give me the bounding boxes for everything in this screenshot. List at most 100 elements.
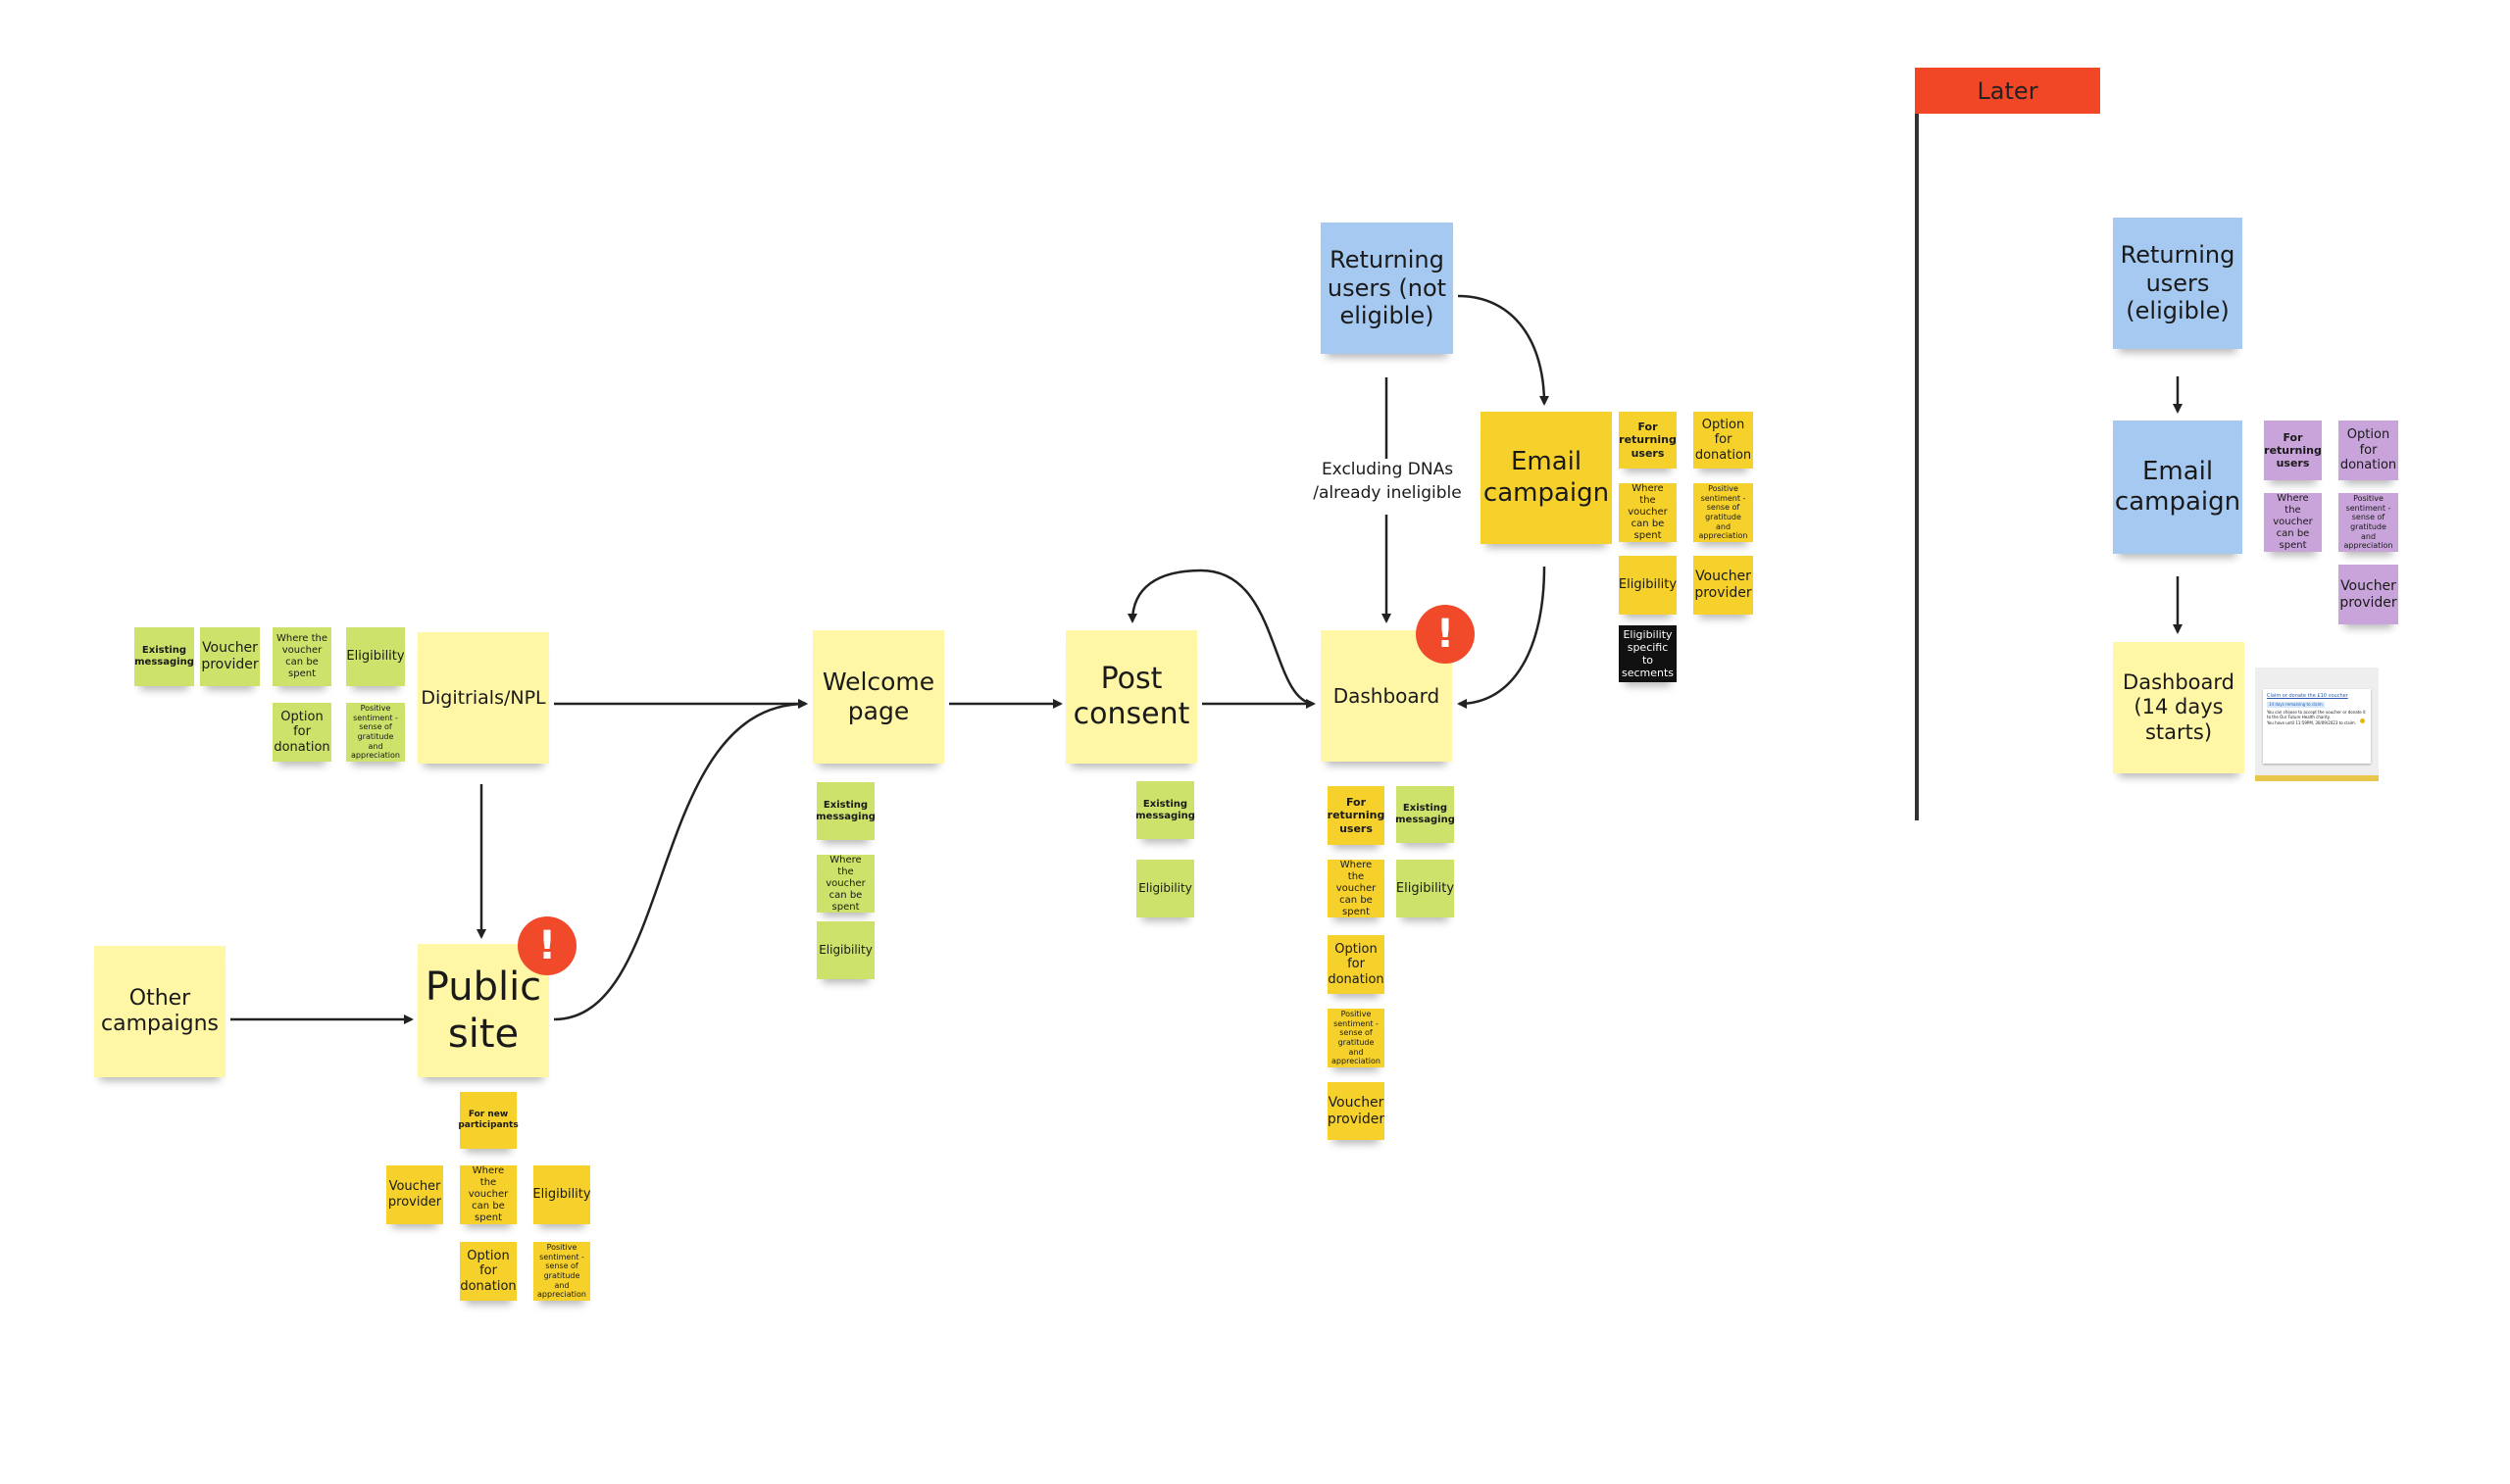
sticky-note-text: For returning users — [1619, 420, 1677, 460]
sticky-note-text: Option for donation — [2339, 427, 2397, 473]
sticky-note-wp-where[interactable]: Where the voucher can be spent — [817, 855, 875, 913]
sticky-note-ps-option[interactable]: Option for donation — [460, 1242, 517, 1301]
sticky-note-text: Existing messaging — [816, 799, 876, 822]
card-footer: You have until 11:59PM, 30/09/2023 to cl… — [2267, 719, 2356, 725]
sticky-note-text: Positive sentiment - sense of gratitude … — [351, 704, 400, 761]
sticky-note-wp-eligibility[interactable]: Eligibility — [817, 921, 875, 979]
sticky-note-text: Email campaign — [1482, 447, 1610, 508]
sticky-note-later-email[interactable]: Email campaign — [2113, 420, 2242, 554]
sticky-note-dg-where[interactable]: Where the voucher can be spent — [273, 627, 331, 686]
sticky-note-text: Where the voucher can be spent — [2273, 493, 2313, 551]
sticky-note-text: Voucher provider — [2339, 577, 2397, 611]
sticky-note-pc-eligibility[interactable]: Eligibility — [1136, 860, 1194, 917]
sun-icon — [2360, 718, 2365, 723]
sticky-note-ps-positive[interactable]: Positive sentiment - sense of gratitude … — [533, 1242, 590, 1301]
sticky-note-dg-positive[interactable]: Positive sentiment - sense of gratitude … — [346, 703, 405, 762]
sticky-note-text: Voucher provider — [1694, 569, 1752, 601]
sticky-note-text: Post consent — [1073, 662, 1190, 731]
sticky-note-ps-new[interactable]: For new participants — [458, 1092, 519, 1149]
card-title: Claim or donate the £10 voucher — [2267, 693, 2348, 699]
sticky-note-db-where[interactable]: Where the voucher can be spent — [1328, 860, 1384, 917]
sticky-note-le-where[interactable]: Where the voucher can be spent — [2264, 493, 2322, 552]
sticky-note-ec-segments[interactable]: Eligibility specific to secments — [1619, 625, 1677, 682]
sticky-note-le-for-returning[interactable]: For returning users — [2264, 420, 2322, 480]
sticky-note-text: Where the voucher can be spent — [1335, 859, 1377, 917]
sticky-note-text: Where the voucher can be spent — [826, 854, 866, 913]
sticky-note-text: Existing messaging — [1135, 798, 1195, 821]
card-badge: 14 days remaining to claim — [2267, 702, 2325, 708]
sticky-note-text: Public site — [425, 965, 542, 1057]
sticky-note-welcome[interactable]: Welcome page — [813, 630, 944, 764]
sticky-note-text: Option for donation — [274, 709, 330, 755]
exclamation-icon: ! — [518, 916, 577, 975]
sticky-note-text: Dashboard (14 days starts) — [2123, 670, 2234, 744]
sticky-note-text: Returning users (not eligible) — [1327, 245, 1447, 330]
sticky-note-db-positive[interactable]: Positive sentiment - sense of gratitude … — [1328, 1009, 1384, 1067]
sticky-note-db-for-returning[interactable]: For returning users — [1328, 786, 1384, 845]
sticky-note-text: Option for donation — [1328, 941, 1384, 987]
sticky-note-text: Voucher provider — [1327, 1094, 1385, 1127]
sticky-note-ec-voucher[interactable]: Voucher provider — [1693, 556, 1753, 615]
sticky-note-ps-eligibility[interactable]: Eligibility — [532, 1165, 591, 1224]
sticky-note-ec-positive[interactable]: Positive sentiment - sense of gratitude … — [1693, 483, 1753, 542]
sticky-note-text: Eligibility — [1395, 880, 1455, 896]
sticky-note-text: For returning users — [2264, 430, 2322, 470]
sticky-note-dg-existing[interactable]: Existing messaging — [134, 627, 194, 686]
sticky-note-text: Dashboard — [1332, 684, 1440, 708]
sticky-note-text: Option for donation — [1694, 417, 1752, 463]
sticky-note-dg-eligibility[interactable]: Eligibility — [346, 627, 405, 686]
sticky-note-le-option[interactable]: Option for donation — [2338, 420, 2398, 480]
sticky-note-wp-existing[interactable]: Existing messaging — [816, 782, 876, 840]
sticky-note-text: Where the voucher can be spent — [276, 633, 328, 679]
later-divider — [1915, 68, 1919, 820]
sticky-note-dg-option[interactable]: Option for donation — [273, 703, 331, 762]
sticky-note-text: Welcome page — [822, 668, 935, 725]
exclamation-icon: ! — [1416, 605, 1475, 664]
sticky-note-post-consent[interactable]: Post consent — [1066, 630, 1197, 764]
sticky-note-text: Option for donation — [460, 1248, 517, 1294]
sticky-note-returning-eligible[interactable]: Returning users (eligible) — [2113, 218, 2242, 349]
sticky-note-text: Positive sentiment - sense of gratitude … — [537, 1243, 586, 1300]
sticky-note-returning-not-eligible[interactable]: Returning users (not eligible) — [1321, 223, 1453, 354]
sticky-note-text: Existing messaging — [134, 645, 194, 668]
later-flag: Later — [1915, 68, 2100, 114]
sticky-note-ec-where[interactable]: Where the voucher can be spent — [1619, 483, 1677, 542]
sticky-note-ec-option[interactable]: Option for donation — [1693, 412, 1753, 469]
sticky-note-email-campaign[interactable]: Email campaign — [1481, 412, 1612, 544]
sticky-note-ec-for-returning[interactable]: For returning users — [1619, 412, 1677, 469]
sticky-note-pc-existing[interactable]: Existing messaging — [1135, 781, 1195, 839]
sticky-note-text: Eligibility specific to secments — [1621, 627, 1675, 680]
sticky-note-text: For new participants — [458, 1110, 519, 1130]
sticky-note-le-positive[interactable]: Positive sentiment - sense of gratitude … — [2338, 493, 2398, 552]
sticky-note-ps-voucher[interactable]: Voucher provider — [386, 1165, 443, 1224]
sticky-note-text: Existing messaging — [1395, 803, 1455, 825]
sticky-note-digitrials[interactable]: Digitrials/NPL — [418, 632, 549, 764]
sticky-note-le-voucher[interactable]: Voucher provider — [2338, 565, 2398, 624]
sticky-note-text: Positive sentiment - sense of gratitude … — [2343, 494, 2393, 551]
sticky-note-ec-eligibility[interactable]: Eligibility — [1619, 556, 1677, 615]
arrow-returning-to-email — [1457, 294, 1549, 406]
sticky-note-text: Eligibility — [1138, 881, 1192, 896]
card-body: You can choose to accept the voucher or … — [2267, 709, 2366, 720]
sticky-note-dg-voucher[interactable]: Voucher provider — [200, 627, 260, 686]
sticky-note-text: Where the voucher can be spent — [1628, 483, 1668, 541]
dashboard-screenshot-card: Claim or donate the £10 voucher 14 days … — [2255, 668, 2379, 781]
sticky-note-ps-where[interactable]: Where the voucher can be spent — [460, 1165, 517, 1224]
sticky-note-db-existing[interactable]: Existing messaging — [1395, 786, 1455, 843]
sticky-note-text: Voucher provider — [201, 640, 259, 672]
sticky-note-db-eligibility[interactable]: Eligibility — [1396, 860, 1454, 917]
sticky-note-db-option[interactable]: Option for donation — [1328, 935, 1384, 994]
sticky-note-text: Returning users (eligible) — [2120, 240, 2235, 325]
sticky-note-text: Eligibility — [1618, 577, 1678, 593]
sticky-note-later-dashboard[interactable]: Dashboard (14 days starts) — [2113, 642, 2244, 773]
sticky-note-text: Voucher provider — [387, 1179, 442, 1210]
edge-label-excluding-dnas: Excluding DNAs /already ineligible — [1309, 459, 1466, 506]
sticky-note-db-voucher[interactable]: Voucher provider — [1328, 1082, 1384, 1140]
sticky-note-text: Other campaigns — [101, 985, 219, 1036]
sticky-note-text: Eligibility — [346, 649, 405, 665]
sticky-note-text: Where the voucher can be spent — [468, 1165, 509, 1223]
sticky-note-text: Positive sentiment - sense of gratitude … — [1698, 484, 1748, 541]
sticky-note-text: Eligibility — [819, 943, 873, 958]
sticky-note-other-campaigns[interactable]: Other campaigns — [94, 946, 226, 1077]
arrow-public-to-welcome — [553, 699, 808, 1021]
